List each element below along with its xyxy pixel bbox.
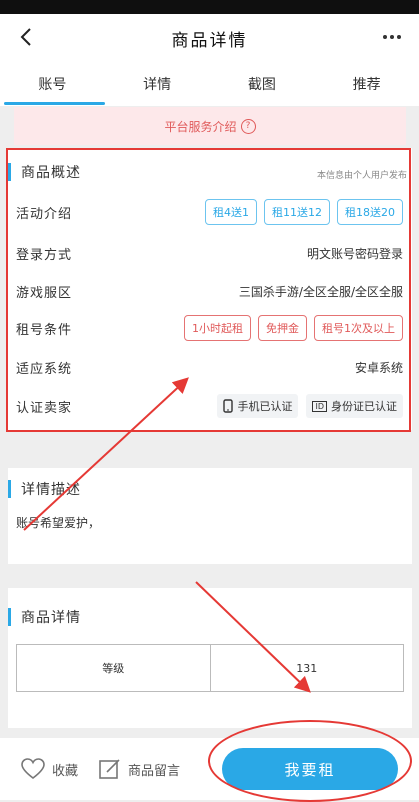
activity-row: 活动介绍 租4送1 租11送12 租18送20 (16, 198, 403, 226)
activity-label: 活动介绍 (16, 206, 73, 222)
overview-title: 商品概述 (21, 165, 81, 181)
rent-tag: 租号1次及以上 (314, 315, 403, 341)
description-header: 详情描述 (8, 476, 81, 502)
rent-tag: 1小时起租 (184, 315, 251, 341)
edit-icon (99, 759, 120, 779)
platform-service-notice[interactable]: 平台服务介绍 ? (14, 107, 406, 145)
section-accent-bar (8, 163, 11, 181)
tab-screenshots[interactable]: 截图 (210, 62, 315, 106)
details-title: 商品详情 (21, 610, 81, 626)
phone-verified-text: 手机已认证 (237, 400, 293, 413)
details-table: 等级 131 (16, 644, 404, 692)
favorite-button[interactable]: 收藏 (20, 757, 78, 781)
detail-key: 等级 (16, 644, 211, 692)
description-title: 详情描述 (21, 482, 81, 498)
login-value: 明文账号密码登录 (306, 246, 403, 261)
top-navbar: 商品详情 (0, 14, 419, 62)
server-label: 游戏服区 (16, 285, 73, 301)
tab-bar: 账号 详情 截图 推荐 (0, 62, 419, 106)
verified-seller-label: 认证卖家 (16, 400, 73, 416)
page-title: 商品详情 (171, 30, 248, 51)
overview-header: 商品概述 (8, 159, 81, 185)
back-arrow-icon[interactable] (14, 24, 40, 50)
id-card-icon: ID (312, 400, 327, 412)
description-text: 账号希望爱护， (16, 516, 101, 530)
tab-account[interactable]: 账号 (0, 62, 105, 106)
tab-recommend[interactable]: 推荐 (314, 62, 419, 106)
activity-tag[interactable]: 租18送20 (337, 199, 403, 225)
rent-conditions-row: 租号条件 1小时起租 免押金 租号1次及以上 (16, 314, 403, 342)
publisher-note: 本信息由个人用户发布 (316, 171, 407, 181)
message-button[interactable]: 商品留言 (98, 757, 180, 781)
message-label: 商品留言 (128, 763, 181, 779)
phone-verified-badge: 手机已认证 (217, 394, 299, 418)
details-header: 商品详情 (8, 604, 81, 630)
more-options-icon[interactable] (379, 24, 405, 50)
phone-icon (223, 399, 234, 413)
id-verified-text: 身份证已认证 (331, 400, 397, 413)
notice-text: 平台服务介绍 (164, 119, 237, 134)
tab-details[interactable]: 详情 (105, 62, 210, 106)
question-icon: ? (240, 118, 256, 134)
rent-button[interactable]: 我要租 (222, 748, 398, 790)
section-accent-bar (8, 480, 11, 498)
favorite-label: 收藏 (52, 763, 79, 779)
login-row: 登录方式 明文账号密码登录 (16, 239, 403, 267)
server-value: 三国杀手游/全区全服/全区全服 (238, 284, 403, 299)
rent-tag: 免押金 (258, 315, 307, 341)
activity-tag[interactable]: 租4送1 (205, 199, 257, 225)
detail-value: 131 (209, 644, 404, 692)
server-row: 游戏服区 三国杀手游/全区全服/全区全服 (16, 277, 403, 305)
verified-seller-row: 认证卖家 手机已认证 ID 身份证已认证 (16, 392, 403, 420)
rent-conditions-label: 租号条件 (16, 322, 73, 338)
table-row: 等级 131 (16, 644, 404, 692)
system-value: 安卓系统 (354, 360, 403, 375)
section-accent-bar (8, 608, 11, 626)
system-row: 适应系统 安卓系统 (16, 353, 403, 381)
heart-icon (21, 758, 45, 780)
id-verified-badge: ID 身份证已认证 (306, 394, 403, 418)
status-bar (0, 0, 419, 14)
login-label: 登录方式 (16, 247, 73, 263)
system-label: 适应系统 (16, 361, 73, 377)
activity-tag[interactable]: 租11送12 (264, 199, 330, 225)
